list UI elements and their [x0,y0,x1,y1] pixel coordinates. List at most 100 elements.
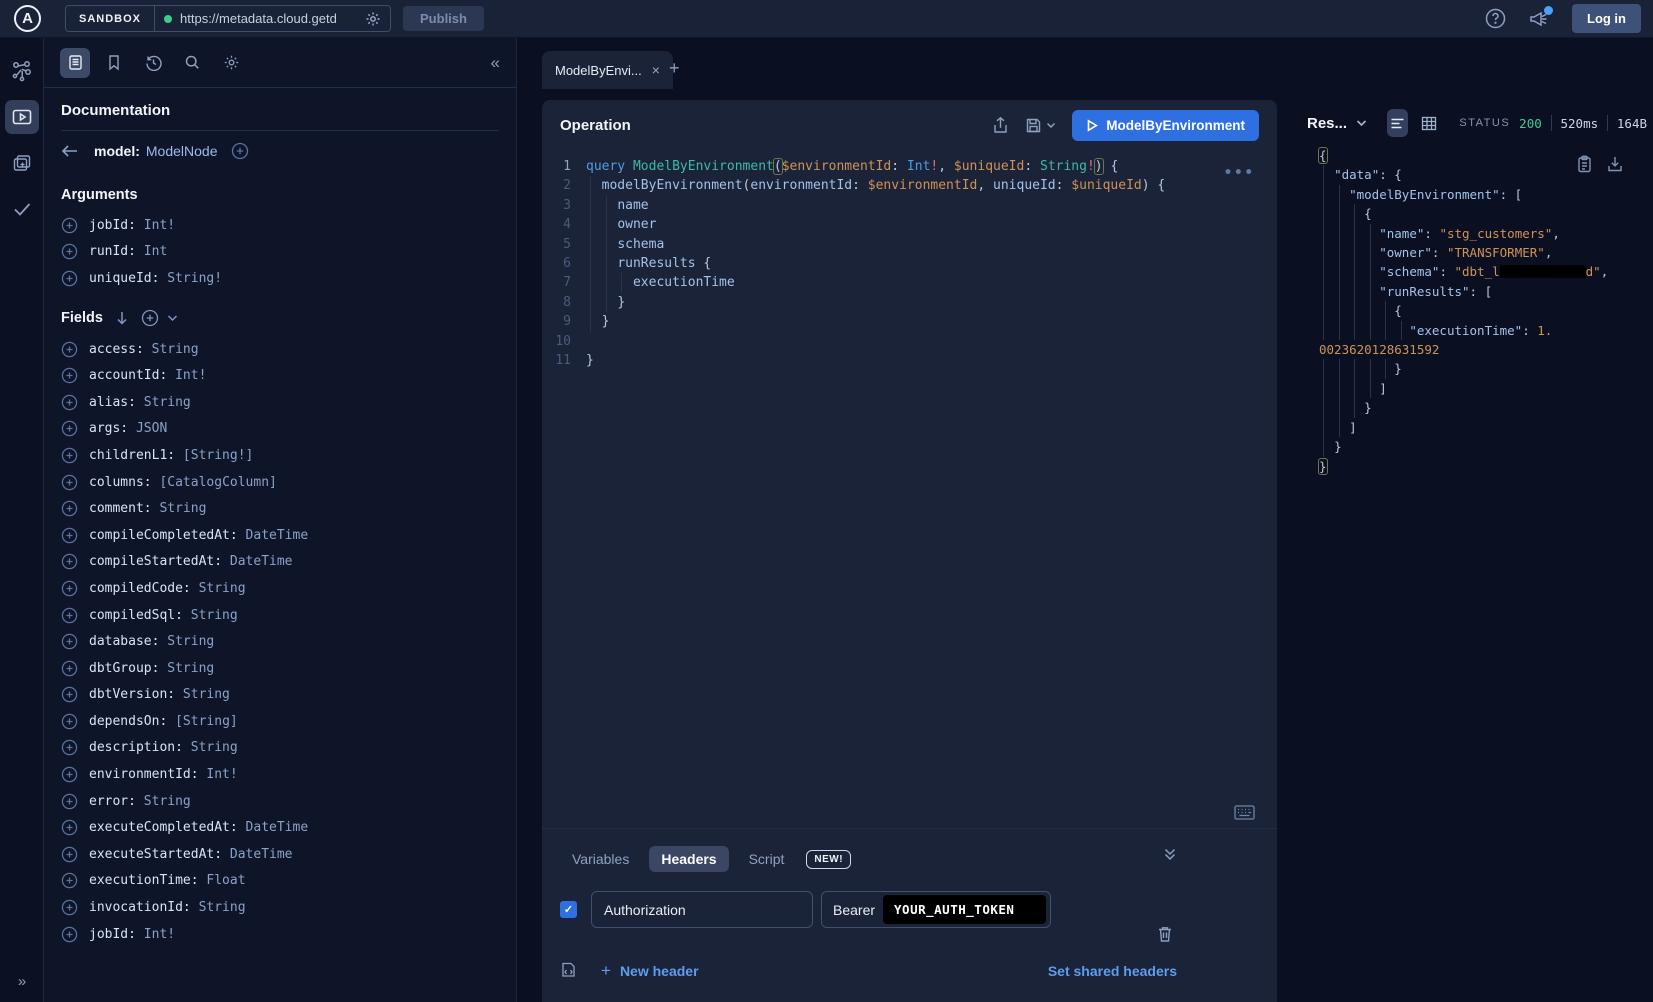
add-field-icon[interactable] [61,580,78,597]
add-field-icon[interactable] [61,846,78,863]
add-field-icon[interactable] [61,766,78,783]
add-field-icon[interactable] [61,660,78,677]
document-icon[interactable] [60,48,90,78]
apollo-logo[interactable]: A [14,5,41,32]
expand-rail-button[interactable]: » [0,973,44,990]
field-row[interactable]: environmentId: Int! [61,761,499,788]
add-field-icon[interactable] [61,367,78,384]
add-field-icon[interactable] [61,447,78,464]
add-field-icon[interactable] [61,872,78,889]
collapse-docs-button[interactable]: « [491,53,500,73]
new-header-button[interactable]: + New header [601,961,699,981]
field-row[interactable]: jobId: Int! [61,921,499,948]
add-field-icon[interactable] [61,553,78,570]
set-shared-headers-button[interactable]: Set shared headers [1048,963,1177,979]
response-dropdown[interactable]: Res... [1307,115,1347,132]
run-operation-button[interactable]: ModelByEnvironment [1072,110,1259,141]
add-field-icon[interactable] [61,474,78,491]
field-row[interactable]: executionTime: Float [61,868,499,895]
add-field-circle-icon[interactable] [231,142,249,160]
field-row[interactable]: dbtVersion: String [61,682,499,709]
header-value-input[interactable]: Bearer YOUR_AUTH_TOKEN [821,891,1051,928]
field-row[interactable]: columns: [CatalogColumn] [61,469,499,496]
history-icon[interactable] [138,48,168,78]
megaphone-icon[interactable] [1528,9,1550,29]
share-icon[interactable] [992,116,1009,135]
save-group[interactable] [1025,117,1056,134]
field-row[interactable]: database: String [61,628,499,655]
help-icon[interactable] [1485,8,1506,29]
add-field-icon[interactable] [61,926,78,943]
field-row[interactable]: uniqueId: String! [61,265,499,292]
field-row[interactable]: alias: String [61,389,499,416]
field-row[interactable]: runId: Int [61,239,499,266]
operation-editor[interactable]: ••• 1query ModelByEnvironment($environme… [542,150,1277,828]
field-row[interactable]: invocationId: String [61,894,499,921]
field-row[interactable]: executeStartedAt: DateTime [61,841,499,868]
sort-descending-icon[interactable] [115,310,129,326]
table-view-icon[interactable] [1418,109,1439,137]
endpoint-settings-gear-icon[interactable] [365,11,381,27]
add-field-icon[interactable] [61,686,78,703]
field-row[interactable]: dependsOn: [String] [61,708,499,735]
publish-button[interactable]: Publish [403,6,484,31]
login-button[interactable]: Log in [1572,4,1641,33]
field-row[interactable]: compiledSql: String [61,602,499,629]
keyboard-shortcuts-icon[interactable] [1234,805,1255,820]
add-all-fields-icon[interactable] [141,309,159,327]
auth-token-value[interactable]: YOUR_AUTH_TOKEN [883,895,1046,924]
drawer-tab-headers[interactable]: Headers [649,846,728,872]
collapse-drawer-button[interactable] [1163,847,1177,861]
field-row[interactable]: executeCompletedAt: DateTime [61,814,499,841]
header-name-input[interactable] [591,891,813,928]
field-row[interactable]: args: JSON [61,416,499,443]
chevron-down-icon[interactable] [1356,119,1367,127]
add-field-icon[interactable] [61,633,78,650]
add-field-icon[interactable] [61,793,78,810]
add-field-icon[interactable] [61,899,78,916]
field-row[interactable]: compileStartedAt: DateTime [61,549,499,576]
search-icon[interactable] [177,48,207,78]
add-field-icon[interactable] [61,739,78,756]
schema-graph-icon[interactable] [5,54,39,88]
new-tab-button[interactable]: + [669,58,680,79]
endpoint-bar[interactable]: SANDBOX https://metadata.cloud.getd [65,5,391,32]
drawer-tab-variables[interactable]: Variables [560,846,641,872]
environment-variables-icon[interactable] [560,962,577,981]
field-row[interactable]: compiledCode: String [61,575,499,602]
back-arrow-icon[interactable] [61,144,79,158]
chevron-down-icon[interactable] [167,314,178,322]
add-field-icon[interactable] [61,500,78,517]
add-field-icon[interactable] [61,607,78,624]
add-field-icon[interactable] [61,270,78,287]
add-field-icon[interactable] [61,341,78,358]
checklist-icon[interactable] [5,192,39,226]
endpoint-url-input[interactable]: https://metadata.cloud.getd [155,11,390,27]
gear-icon[interactable] [216,48,246,78]
field-row[interactable]: access: String [61,336,499,363]
bookmark-icon[interactable] [99,48,129,78]
add-field-icon[interactable] [61,420,78,437]
header-enabled-checkbox[interactable]: ✓ [560,901,577,918]
add-field-icon[interactable] [61,819,78,836]
raw-view-icon[interactable] [1387,109,1408,137]
field-row[interactable]: comment: String [61,495,499,522]
add-field-icon[interactable] [61,217,78,234]
field-row[interactable]: compileCompletedAt: DateTime [61,522,499,549]
field-row[interactable]: dbtGroup: String [61,655,499,682]
changelog-icon[interactable] [5,146,39,180]
explorer-play-icon[interactable] [5,100,39,134]
field-row[interactable]: jobId: Int! [61,212,499,239]
field-row[interactable]: childrenL1: [String!] [61,442,499,469]
operation-tab[interactable]: ModelByEnvi... × [542,51,673,89]
add-field-icon[interactable] [61,527,78,544]
field-row[interactable]: error: String [61,788,499,815]
field-row[interactable]: description: String [61,735,499,762]
field-row[interactable]: accountId: Int! [61,362,499,389]
add-field-icon[interactable] [61,243,78,260]
add-field-icon[interactable] [61,394,78,411]
breadcrumb-type-link[interactable]: ModelNode [146,143,218,159]
drawer-tab-script[interactable]: Script [737,846,797,872]
delete-header-trash-icon[interactable] [1157,925,1173,943]
add-field-icon[interactable] [61,713,78,730]
